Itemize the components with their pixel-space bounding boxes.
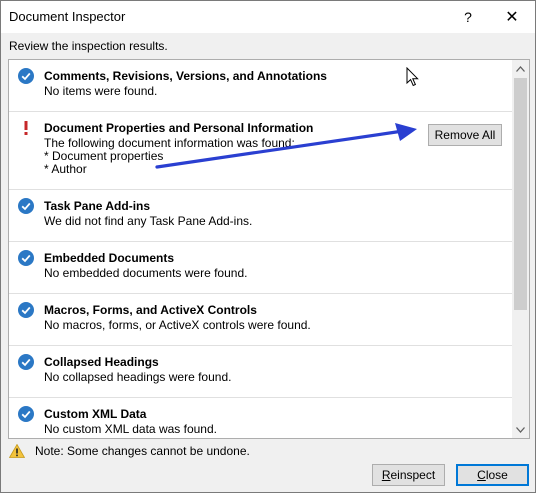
help-button[interactable]: ?: [445, 1, 491, 33]
result-item-title: Task Pane Add-ins: [44, 199, 151, 213]
check-icon: [18, 302, 34, 318]
result-item-title: Comments, Revisions, Versions, and Annot…: [44, 69, 327, 83]
result-item-detail: We did not find any Task Pane Add-ins.: [44, 214, 253, 228]
results-items: Comments, Revisions, Versions, and Annot…: [9, 60, 512, 438]
result-item-detail: No embedded documents were found.: [44, 266, 248, 280]
result-item-task-pane-addins: Task Pane Add-ins We did not find any Ta…: [9, 190, 512, 242]
result-item-title: Collapsed Headings: [44, 355, 159, 369]
reinspect-button[interactable]: Reinspect: [372, 464, 445, 486]
close-icon: ✕: [505, 9, 519, 26]
instructions-text: Review the inspection results.: [9, 39, 168, 53]
result-item-detail: No items were found.: [44, 84, 158, 98]
close-button[interactable]: Close: [456, 464, 529, 486]
scroll-thumb[interactable]: [514, 78, 527, 310]
annotation-arrow-icon: [155, 123, 417, 169]
result-item-custom-xml: Custom XML Data No custom XML data was f…: [9, 398, 512, 438]
mouse-cursor-icon: [406, 67, 419, 87]
vertical-scrollbar[interactable]: [512, 60, 529, 438]
exclamation-icon: [18, 120, 34, 136]
result-item-collapsed-headings: Collapsed Headings No collapsed headings…: [9, 346, 512, 398]
note-text: Note: Some changes cannot be undone.: [35, 444, 250, 458]
scroll-up-button[interactable]: [512, 60, 529, 77]
chevron-up-icon: [516, 65, 525, 72]
chevron-down-icon: [516, 426, 525, 433]
document-inspector-dialog: Document Inspector ? ✕ Review the inspec…: [0, 0, 536, 493]
scroll-down-button[interactable]: [512, 421, 529, 438]
result-item-comments: Comments, Revisions, Versions, and Annot…: [9, 60, 512, 112]
check-icon: [18, 198, 34, 214]
result-item-title: Macros, Forms, and ActiveX Controls: [44, 303, 257, 317]
warning-icon: [8, 443, 26, 458]
remove-all-button[interactable]: Remove All: [428, 124, 502, 146]
result-item-detail: No macros, forms, or ActiveX controls we…: [44, 318, 311, 332]
help-icon: ?: [464, 9, 472, 25]
result-item-macros: Macros, Forms, and ActiveX Controls No m…: [9, 294, 512, 346]
window-close-button[interactable]: ✕: [489, 1, 535, 33]
check-icon: [18, 68, 34, 84]
title-bar: Document Inspector ? ✕: [1, 1, 535, 33]
window-title: Document Inspector: [9, 9, 126, 24]
results-list: Comments, Revisions, Versions, and Annot…: [8, 59, 530, 439]
check-icon: [18, 250, 34, 266]
result-item-embedded-documents: Embedded Documents No embedded documents…: [9, 242, 512, 294]
result-item-title: Custom XML Data: [44, 407, 147, 421]
result-item-title: Embedded Documents: [44, 251, 175, 265]
check-icon: [18, 406, 34, 422]
result-item-detail: No collapsed headings were found.: [44, 370, 232, 384]
check-icon: [18, 354, 34, 370]
note-row: Note: Some changes cannot be undone.: [8, 443, 250, 458]
result-item-detail: No custom XML data was found.: [44, 422, 217, 436]
